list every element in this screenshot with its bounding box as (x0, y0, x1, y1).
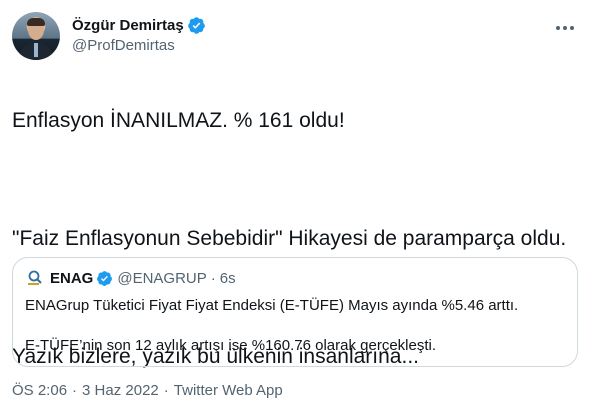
quoted-timestamp: 6s (219, 269, 236, 287)
quoted-display-name: ENAG (50, 269, 94, 287)
tweet-header: Özgür Demirtaş @ProfDemirtas (12, 12, 583, 62)
quoted-separator: · (210, 269, 216, 287)
quoted-verified-badge-icon (97, 270, 113, 286)
author-handle[interactable]: @ProfDemirtas (72, 37, 206, 54)
quoted-tweet[interactable]: ENAG @ENAGRUP · 6s ENAGrup Tüketici Fiya… (12, 257, 578, 367)
author-avatar[interactable] (12, 12, 60, 60)
more-options-icon[interactable] (553, 18, 577, 38)
quoted-handle: @ENAGRUP (117, 269, 207, 287)
quoted-text-line-1: ENAGrup Tüketici Fiyat Fiyat Endeksi (E-… (25, 297, 519, 314)
verified-badge-icon (187, 16, 205, 34)
tweet: Özgür Demirtaş @ProfDemirtas Enflasyon İ… (0, 0, 593, 418)
tweet-source[interactable]: Twitter Web App (174, 382, 283, 399)
tweet-line-1: Enflasyon İNANILMAZ. % 161 oldu! (12, 109, 345, 132)
author-name-row: Özgür Demirtaş (72, 15, 206, 35)
author-display-name[interactable]: Özgür Demirtaş (72, 17, 184, 34)
quoted-author-avatar (25, 268, 45, 288)
quoted-tweet-text: ENAGrup Tüketici Fiyat Fiyat Endeksi (E-… (25, 296, 565, 356)
tweet-time[interactable]: ÖS 2:06 (12, 382, 67, 399)
magnifier-logo-icon (28, 270, 42, 285)
quoted-text-line-2: E-TÜFE’nin son 12 aylık artışı ise %160.… (25, 337, 437, 354)
tweet-meta: ÖS 2:06 · 3 Haz 2022 · Twitter Web App (12, 382, 283, 399)
tweet-line-2: "Faiz Enflasyonun Sebebidir" Hikayesi de… (12, 227, 567, 250)
author-info: Özgür Demirtaş @ProfDemirtas (72, 15, 206, 54)
tweet-date[interactable]: 3 Haz 2022 (82, 382, 159, 399)
quoted-tweet-header: ENAG @ENAGRUP · 6s (25, 268, 236, 288)
meta-separator-2: · (163, 382, 169, 399)
meta-separator: · (72, 382, 78, 399)
